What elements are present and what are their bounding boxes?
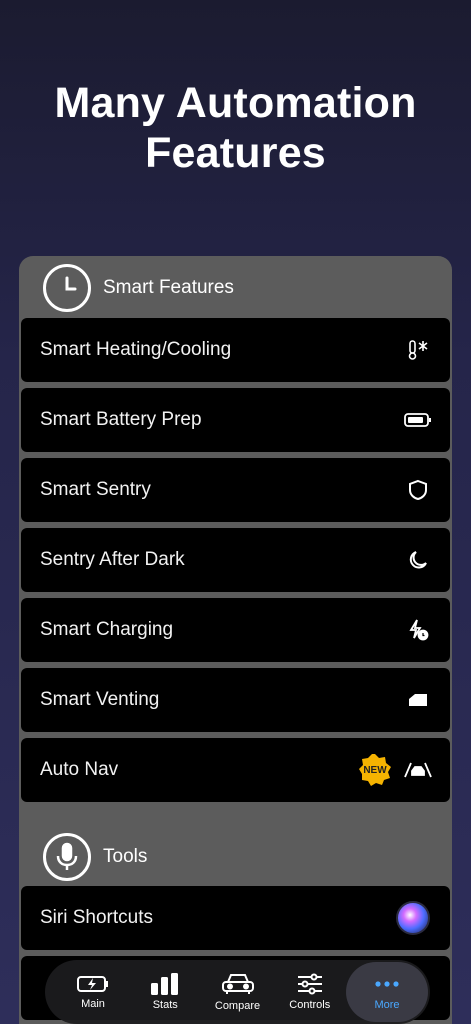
section-smart-features: Smart Features: [19, 258, 452, 318]
row-label: Auto Nav: [40, 759, 119, 780]
tab-compare[interactable]: Compare: [202, 962, 274, 1022]
cars-icon: [221, 974, 254, 994]
moon-icon: [404, 546, 432, 574]
row-smart-venting[interactable]: Smart Venting: [21, 668, 450, 732]
tab-label: Stats: [152, 999, 178, 1011]
section-tools: Tools: [19, 827, 452, 887]
tab-main[interactable]: Main: [57, 962, 129, 1022]
row-smart-heating-cooling[interactable]: Smart Heating/Cooling: [21, 318, 450, 382]
shield-icon: [404, 476, 432, 504]
battery-charging-icon: [77, 976, 108, 992]
section-title: Smart Features: [103, 277, 234, 298]
microphone-icon: [43, 833, 91, 881]
thermometer-snowflake-icon: [404, 336, 432, 364]
row-label: Smart Charging: [40, 619, 174, 640]
bolt-clock-icon: [404, 616, 432, 644]
row-label: Smart Venting: [40, 689, 160, 710]
tab-stats[interactable]: Stats: [129, 962, 201, 1022]
row-sentry-after-dark[interactable]: Sentry After Dark: [21, 528, 450, 592]
tab-label: Main: [81, 998, 105, 1010]
siri-icon: [396, 901, 430, 935]
section-title: Tools: [103, 846, 148, 867]
row-smart-charging[interactable]: Smart Charging: [21, 598, 450, 662]
row-label: Smart Sentry: [40, 479, 151, 500]
tab-controls[interactable]: Controls: [274, 962, 346, 1022]
tab-more[interactable]: More: [346, 962, 428, 1022]
clock-icon: [43, 264, 91, 312]
row-label: Smart Heating/Cooling: [40, 339, 232, 360]
row-smart-battery-prep[interactable]: Smart Battery Prep: [21, 388, 450, 452]
tab-label: Controls: [289, 999, 331, 1011]
hero-title: Many Automation Features: [0, 78, 471, 178]
row-label: Smart Battery Prep: [40, 409, 202, 430]
row-label: Siri Shortcuts: [40, 907, 153, 928]
sliders-icon: [297, 973, 322, 995]
new-badge: NEW: [358, 753, 392, 787]
tab-label: More: [374, 999, 400, 1011]
ellipsis-icon: [375, 981, 399, 987]
row-smart-sentry[interactable]: Smart Sentry: [21, 458, 450, 522]
road-car-icon: [404, 756, 432, 784]
battery-icon: [404, 406, 432, 434]
hero-title-line1: Many Automation: [54, 79, 417, 127]
new-badge-label: NEW: [363, 764, 387, 776]
row-label: Sentry After Dark: [40, 549, 185, 570]
hero-title-line2: Features: [145, 129, 326, 177]
bar-chart-icon: [151, 973, 179, 995]
tab-label: Compare: [214, 1000, 261, 1012]
tab-bar: Main Stats Compare Controls More: [45, 960, 430, 1024]
window-icon: [404, 686, 432, 714]
features-panel: Smart Features Smart Heating/Cooling Sma…: [19, 256, 452, 1024]
row-auto-nav[interactable]: Auto Nav NEW: [21, 738, 450, 802]
row-siri-shortcuts[interactable]: Siri Shortcuts: [21, 886, 450, 950]
